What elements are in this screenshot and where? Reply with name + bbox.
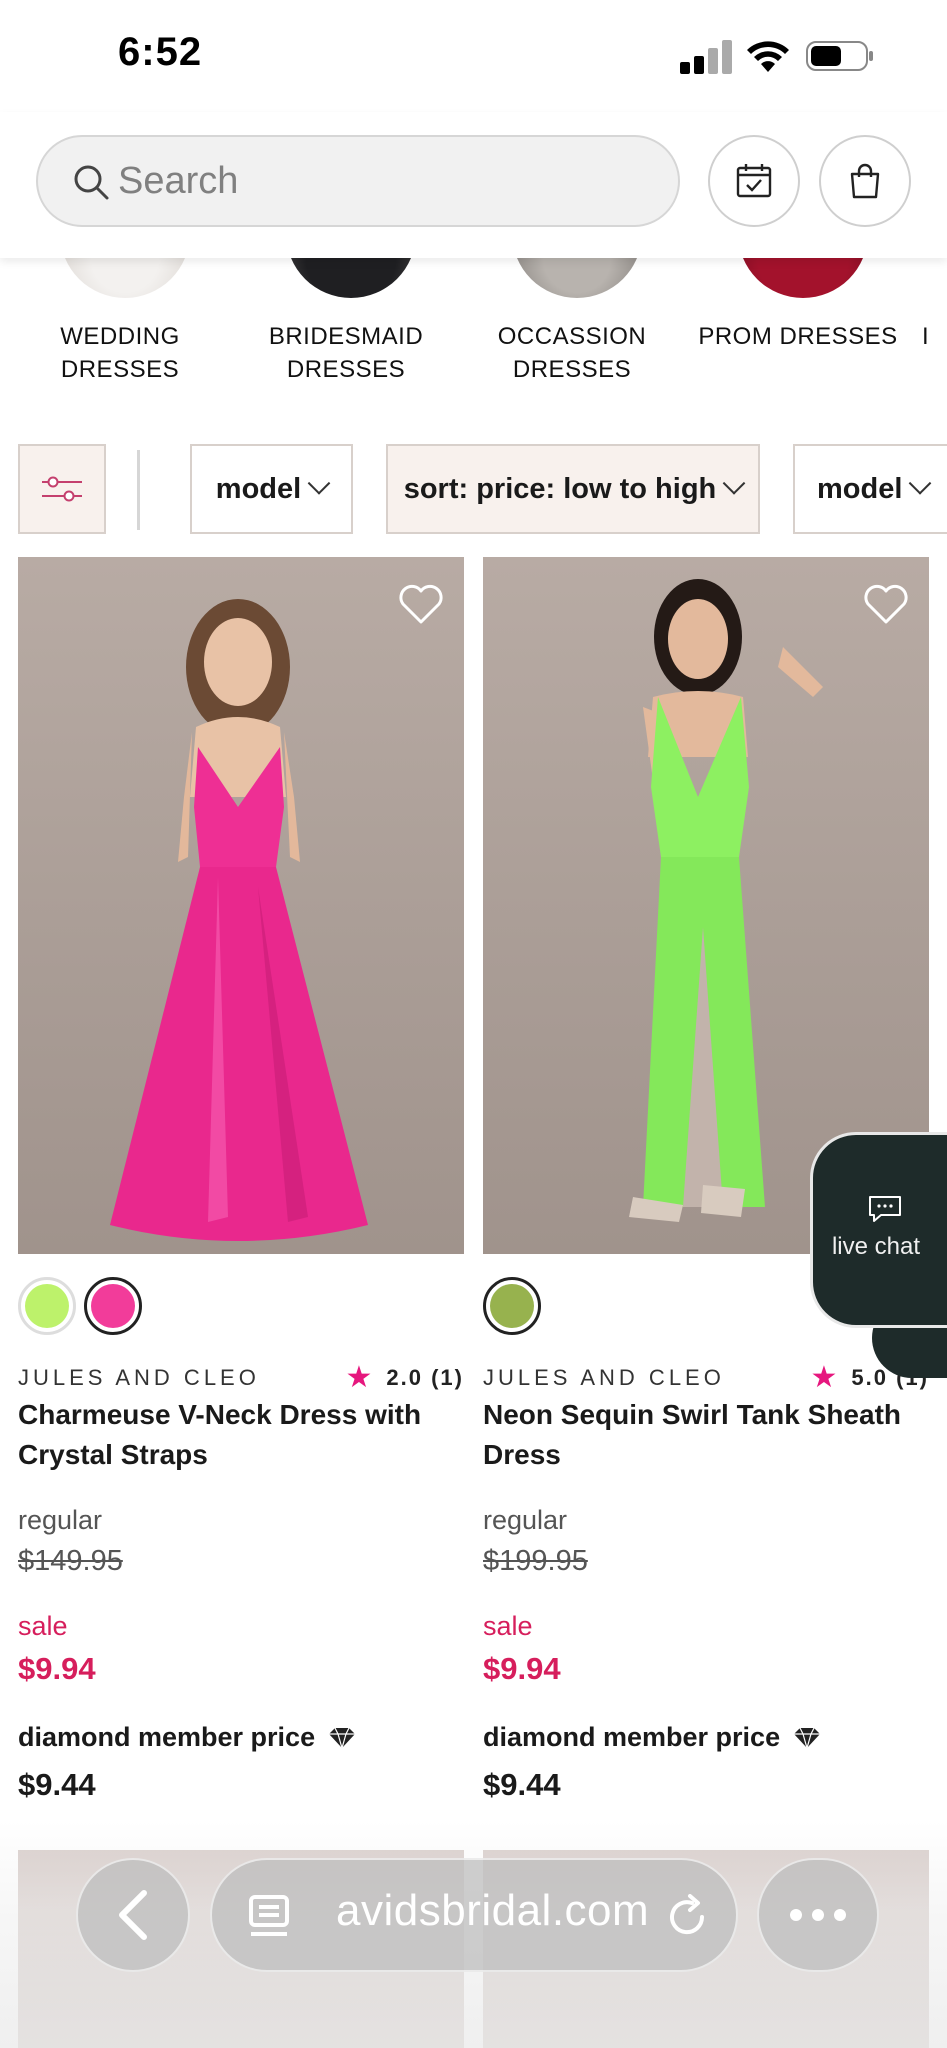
regular-price-label: regular (18, 1505, 103, 1535)
appointment-button[interactable] (708, 135, 800, 227)
shopping-bag-button[interactable] (819, 135, 911, 227)
filter-bar: model sort: price: low to high model (0, 444, 947, 536)
ellipsis-icon (790, 1909, 846, 1921)
chevron-left-icon (119, 1890, 147, 1940)
product-brand: JULES AND CLEO (18, 1365, 260, 1390)
product-rating[interactable]: ★ 2.0 (1) (346, 1360, 465, 1395)
reader-mode-icon[interactable] (248, 1894, 294, 1940)
category-image (60, 258, 190, 298)
color-swatch[interactable] (18, 1277, 76, 1335)
member-price-label: diamond member price (483, 1722, 822, 1753)
wifi-icon (747, 41, 789, 72)
back-button[interactable] (76, 1858, 190, 1972)
color-swatch-selected[interactable] (483, 1277, 541, 1335)
sale-price: $9.94 (18, 1651, 96, 1686)
status-time: 6:52 (118, 30, 203, 74)
member-price: $9.44 (483, 1767, 561, 1802)
color-swatches (483, 1277, 541, 1337)
model-filter-label: model (817, 472, 903, 505)
model-filter-dropdown-2[interactable]: model (793, 444, 947, 534)
color-swatches (18, 1277, 142, 1337)
product-name[interactable]: Charmeuse V-Neck Dress with Crystal Stra… (18, 1395, 458, 1475)
star-icon: ★ (345, 1361, 375, 1394)
diamond-icon (329, 1727, 356, 1749)
dress-illustration (110, 599, 368, 1241)
product-brand: JULES AND CLEO (483, 1365, 725, 1390)
swatch-color (25, 1284, 69, 1328)
battery-icon (806, 41, 873, 71)
reload-icon[interactable] (664, 1894, 710, 1940)
sort-label: sort: price: low to high (403, 472, 717, 505)
category-label: WEDDING DRESSES (60, 323, 180, 383)
category-label-partial: I (922, 323, 930, 350)
color-swatch-selected[interactable] (84, 1277, 142, 1335)
search-input[interactable] (118, 151, 658, 211)
star-icon: ★ (810, 1361, 840, 1394)
model-filter-dropdown[interactable]: model (190, 444, 353, 534)
chat-bubble-icon (869, 1196, 901, 1222)
shopping-bag-icon (850, 163, 880, 199)
address-bar[interactable]: avidsbridal.com (210, 1858, 738, 1972)
member-price: $9.44 (18, 1767, 96, 1802)
chevron-down-icon (909, 472, 932, 495)
swatch-color (91, 1284, 135, 1328)
product-name[interactable]: Neon Sequin Swirl Tank Sheath Dress (483, 1395, 923, 1475)
sort-dropdown[interactable]: sort: price: low to high (386, 444, 760, 534)
chevron-down-icon (722, 472, 746, 495)
member-price-text: diamond member price (483, 1722, 781, 1752)
url-text: avidsbridal.com (336, 1886, 650, 1935)
filter-settings-button[interactable] (18, 444, 106, 534)
swatch-color (490, 1284, 534, 1328)
member-price-text: diamond member price (18, 1722, 316, 1752)
sale-price: $9.94 (483, 1651, 561, 1686)
calendar-check-icon (736, 164, 772, 198)
category-strip: WEDDING DRESSES BRIDESMAID DRESSES OCCAS… (0, 258, 947, 408)
cellular-signal-icon (680, 40, 732, 74)
live-chat-label: live chat (831, 1233, 921, 1260)
header (0, 112, 947, 258)
sliders-icon (42, 476, 82, 502)
filter-divider (137, 450, 140, 530)
search-bar[interactable] (36, 135, 680, 227)
rating-value: 2.0 (1) (386, 1364, 464, 1390)
search-icon (74, 165, 109, 200)
category-label: BRIDESMAID DRESSES (268, 323, 424, 383)
category-image (512, 258, 642, 298)
browser-toolbar: avidsbridal.com (0, 1820, 947, 2048)
model-filter-label: model (215, 472, 302, 505)
category-label: PROM DRESSES (698, 323, 898, 350)
sale-price-label: sale (18, 1611, 68, 1641)
regular-price: $149.95 (18, 1545, 123, 1577)
more-options-button[interactable] (757, 1858, 879, 1972)
category-image (738, 258, 868, 298)
category-image (286, 258, 416, 298)
sale-price-label: sale (483, 1611, 533, 1641)
status-bar: 6:52 (0, 0, 947, 112)
diamond-icon (794, 1727, 821, 1749)
member-price-label: diamond member price (18, 1722, 357, 1753)
product-image[interactable] (18, 557, 464, 1254)
regular-price: $199.95 (483, 1545, 588, 1577)
heart-icon[interactable] (863, 583, 909, 625)
chevron-down-icon (307, 472, 331, 495)
heart-icon[interactable] (398, 583, 444, 625)
category-label: OCCASSION DRESSES (497, 323, 647, 383)
regular-price-label: regular (483, 1505, 568, 1535)
live-chat-button[interactable]: live chat (810, 1132, 947, 1328)
